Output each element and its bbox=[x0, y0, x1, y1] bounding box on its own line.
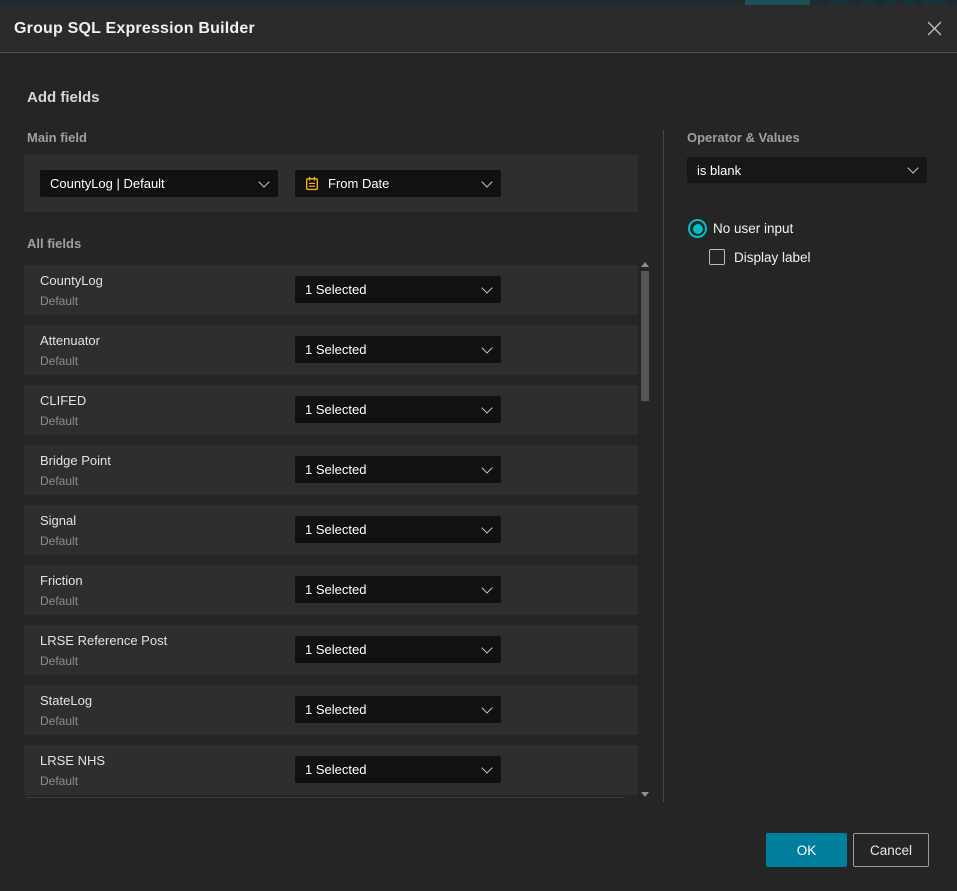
main-date-field-dropdown[interactable]: From Date bbox=[295, 170, 501, 197]
main-field-label: Main field bbox=[27, 130, 87, 145]
field-type: Default bbox=[40, 774, 78, 788]
chevron-down-icon bbox=[258, 176, 269, 187]
add-fields-heading: Add fields bbox=[27, 89, 100, 106]
field-name: Signal bbox=[40, 513, 76, 528]
dropdown-value: 1 Selected bbox=[305, 282, 483, 297]
display-label-checkbox[interactable] bbox=[709, 249, 725, 265]
field-type: Default bbox=[40, 534, 78, 548]
scrollbar-thumb[interactable] bbox=[641, 271, 649, 401]
field-selection-dropdown[interactable]: 1 Selected bbox=[295, 396, 501, 423]
group-sql-expression-builder-dialog: Group SQL Expression Builder Add fields … bbox=[0, 5, 957, 891]
calendar-icon bbox=[305, 176, 319, 191]
chevron-down-icon bbox=[481, 402, 492, 413]
dropdown-value: is blank bbox=[697, 163, 909, 178]
display-label-label: Display label bbox=[734, 250, 811, 265]
field-name: Bridge Point bbox=[40, 453, 111, 468]
chevron-down-icon bbox=[907, 162, 918, 173]
field-selection-dropdown[interactable]: 1 Selected bbox=[295, 336, 501, 363]
field-name: CLIFED bbox=[40, 393, 86, 408]
field-name: LRSE NHS bbox=[40, 753, 105, 768]
field-selection-dropdown[interactable]: 1 Selected bbox=[295, 516, 501, 543]
field-selection-dropdown[interactable]: 1 Selected bbox=[295, 276, 501, 303]
dialog-titlebar: Group SQL Expression Builder bbox=[0, 5, 957, 53]
field-type: Default bbox=[40, 594, 78, 608]
field-row: Signal Default 1 Selected bbox=[24, 505, 638, 555]
no-user-input-radio[interactable] bbox=[688, 219, 707, 238]
field-row: CountyLog Default 1 Selected bbox=[24, 265, 638, 315]
field-selection-dropdown[interactable]: 1 Selected bbox=[295, 696, 501, 723]
field-type: Default bbox=[40, 414, 78, 428]
chevron-down-icon bbox=[481, 342, 492, 353]
field-row: LRSE NHS Default 1 Selected bbox=[24, 745, 638, 795]
cancel-button[interactable]: Cancel bbox=[853, 833, 929, 867]
dropdown-value: 1 Selected bbox=[305, 462, 483, 477]
chevron-down-icon bbox=[481, 282, 492, 293]
chevron-down-icon bbox=[481, 642, 492, 653]
field-name: CountyLog bbox=[40, 273, 103, 288]
dropdown-value: 1 Selected bbox=[305, 582, 483, 597]
dropdown-value: 1 Selected bbox=[305, 402, 483, 417]
chevron-down-icon bbox=[481, 522, 492, 533]
field-selection-dropdown[interactable]: 1 Selected bbox=[295, 756, 501, 783]
field-row: LRSE Reference Post Default 1 Selected bbox=[24, 625, 638, 675]
field-row: Friction Default 1 Selected bbox=[24, 565, 638, 615]
chevron-down-icon bbox=[481, 462, 492, 473]
field-type: Default bbox=[40, 654, 78, 668]
dropdown-value: From Date bbox=[328, 176, 483, 191]
close-button[interactable] bbox=[924, 18, 944, 38]
field-selection-dropdown[interactable]: 1 Selected bbox=[295, 456, 501, 483]
field-selection-dropdown[interactable]: 1 Selected bbox=[295, 636, 501, 663]
dropdown-value: 1 Selected bbox=[305, 702, 483, 717]
vertical-divider bbox=[663, 130, 664, 802]
field-row: Bridge Point Default 1 Selected bbox=[24, 445, 638, 495]
scrollbar-up-arrow-icon[interactable] bbox=[641, 262, 649, 267]
field-row: Attenuator Default 1 Selected bbox=[24, 325, 638, 375]
chevron-down-icon bbox=[481, 582, 492, 593]
field-type: Default bbox=[40, 294, 78, 308]
close-icon bbox=[926, 20, 943, 37]
dropdown-value: 1 Selected bbox=[305, 342, 483, 357]
field-row: StateLog Default 1 Selected bbox=[24, 685, 638, 735]
main-layer-dropdown[interactable]: CountyLog | Default bbox=[40, 170, 278, 197]
screen: Group SQL Expression Builder Add fields … bbox=[0, 0, 957, 891]
field-name: Friction bbox=[40, 573, 83, 588]
field-name: LRSE Reference Post bbox=[40, 633, 167, 648]
dropdown-value: 1 Selected bbox=[305, 522, 483, 537]
scrollbar-down-arrow-icon[interactable] bbox=[641, 792, 649, 797]
field-name: StateLog bbox=[40, 693, 92, 708]
field-name: Attenuator bbox=[40, 333, 100, 348]
list-bottom-divider bbox=[26, 797, 623, 798]
operator-values-label: Operator & Values bbox=[687, 130, 800, 145]
no-user-input-label: No user input bbox=[713, 221, 793, 236]
field-type: Default bbox=[40, 354, 78, 368]
dropdown-value: 1 Selected bbox=[305, 642, 483, 657]
operator-dropdown[interactable]: is blank bbox=[687, 157, 927, 183]
chevron-down-icon bbox=[481, 762, 492, 773]
dropdown-value: CountyLog | Default bbox=[50, 176, 260, 191]
field-selection-dropdown[interactable]: 1 Selected bbox=[295, 576, 501, 603]
field-type: Default bbox=[40, 474, 78, 488]
all-fields-label: All fields bbox=[27, 236, 81, 251]
field-row: CLIFED Default 1 Selected bbox=[24, 385, 638, 435]
chevron-down-icon bbox=[481, 176, 492, 187]
dropdown-value: 1 Selected bbox=[305, 762, 483, 777]
dialog-title: Group SQL Expression Builder bbox=[14, 20, 255, 38]
field-type: Default bbox=[40, 714, 78, 728]
chevron-down-icon bbox=[481, 702, 492, 713]
ok-button[interactable]: OK bbox=[766, 833, 847, 867]
